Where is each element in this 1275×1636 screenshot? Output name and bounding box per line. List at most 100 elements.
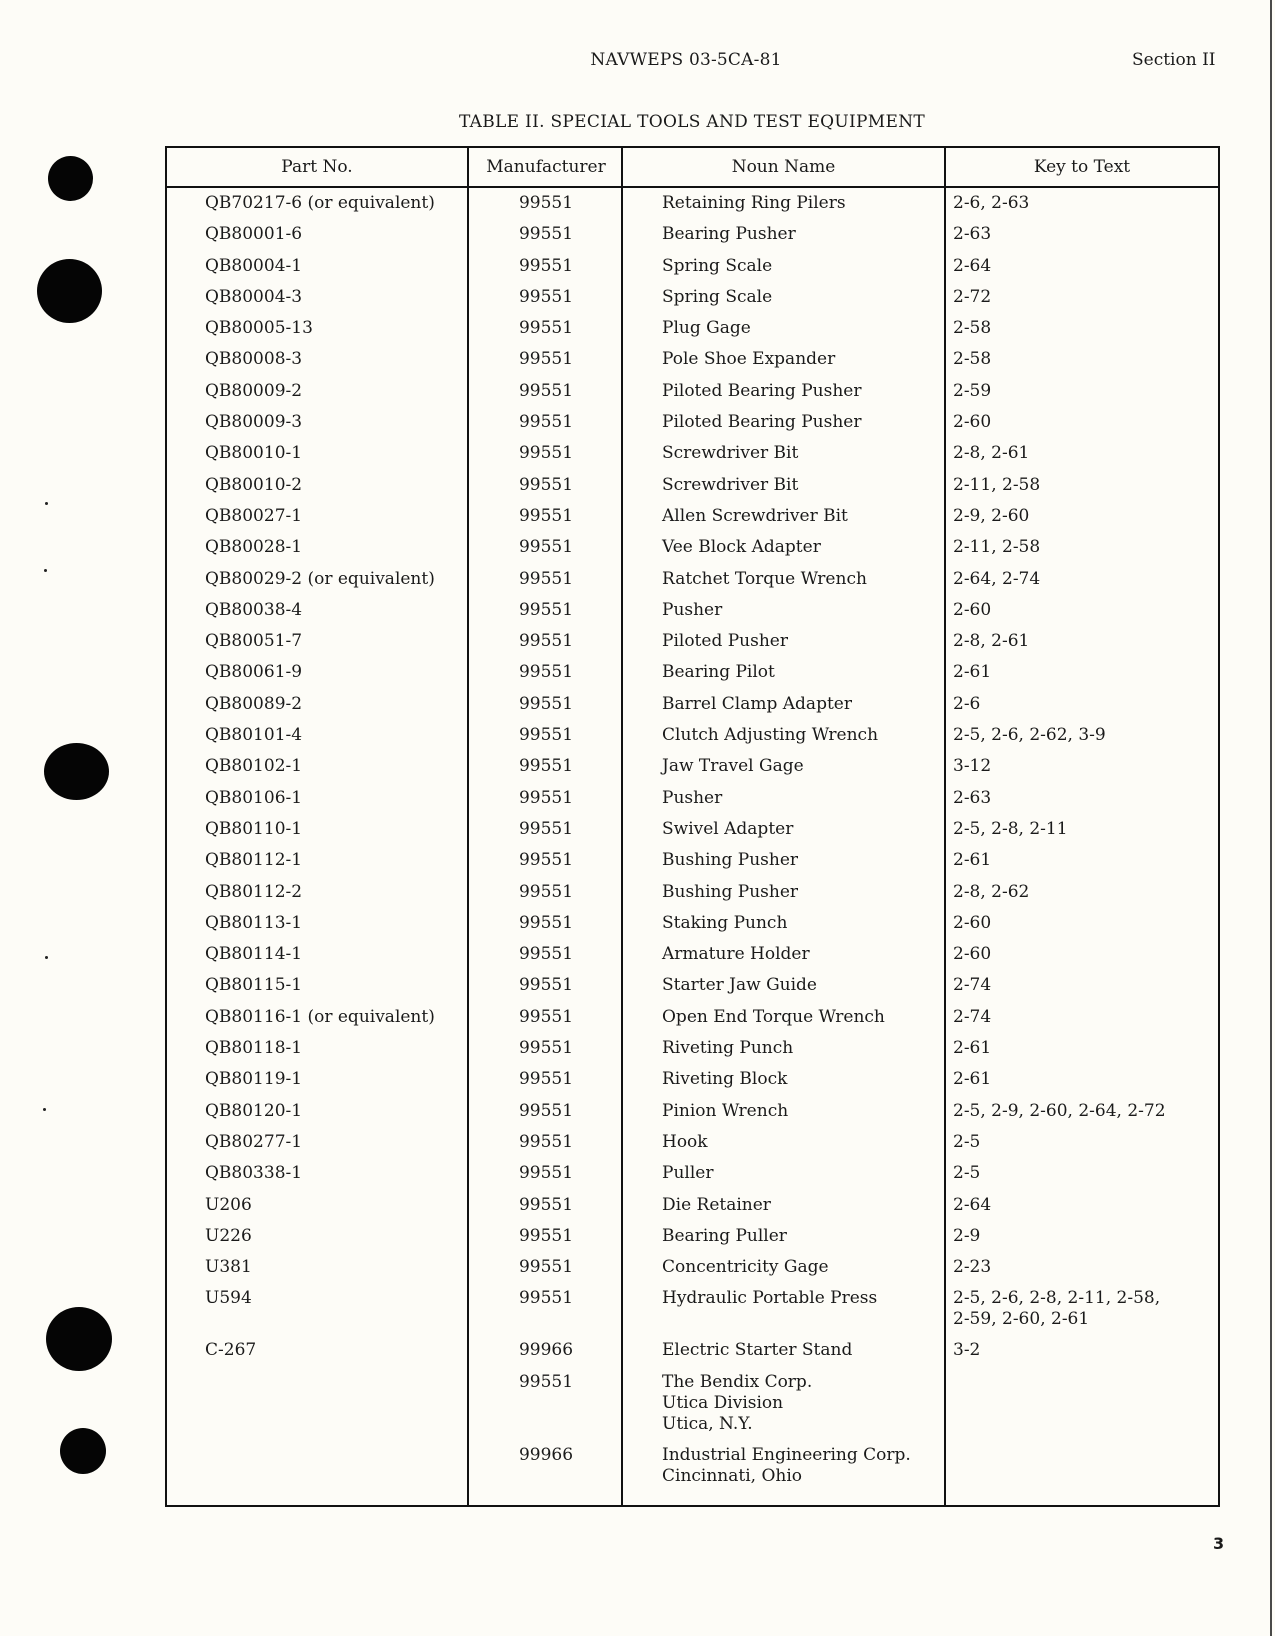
- noun-name: Concentricity Gage: [662, 1252, 829, 1278]
- manufacturer-code: 99551: [518, 850, 574, 871]
- noun-name: Armature Holder: [662, 939, 810, 965]
- key-to-text: 2-11, 2-58: [953, 532, 1040, 558]
- part-number: QB80010-1: [205, 443, 303, 464]
- noun-name-line: Open End Torque Wrench: [662, 1006, 885, 1027]
- manufacturer-code: 99551: [518, 349, 574, 370]
- key-to-text-line: 2-5: [953, 1131, 981, 1152]
- column-header-noun-name: Noun Name: [731, 157, 836, 177]
- key-to-text-line: 2-64: [953, 1194, 992, 1215]
- key-to-text: 2-59: [953, 376, 991, 402]
- key-to-text: 2-61: [953, 845, 991, 871]
- binder-hole: [48, 156, 93, 201]
- table-row: QB80004-1 99551 Spring Scale 2-64: [167, 251, 1218, 282]
- key-to-text: 2-5, 2-6, 2-62, 3-9: [953, 720, 1106, 746]
- part-number: QB80102-1: [205, 756, 303, 777]
- part-number: QB80106-1: [205, 787, 303, 808]
- noun-name: Bushing Pusher: [662, 845, 798, 871]
- key-to-text: 2-58: [953, 313, 991, 339]
- manufacturer-code: 99551: [518, 1371, 574, 1392]
- noun-name: Industrial Engineering Corp. Cincinnati, …: [662, 1440, 911, 1487]
- part-number: QB80118-1: [205, 1038, 303, 1059]
- key-to-text-line: 2-58: [953, 318, 992, 339]
- table-row: QB80001-6 99551 Bearing Pusher 2-63: [167, 219, 1218, 250]
- part-number: QB80120-1: [205, 1100, 303, 1121]
- manufacturer-code: 99551: [518, 193, 574, 213]
- key-to-text: 2-64: [953, 1190, 991, 1216]
- manufacturer-code: 99551: [518, 756, 574, 777]
- manufacturer-code: 99551: [518, 787, 574, 808]
- key-to-text-line: 3-2: [953, 1340, 981, 1361]
- noun-name-line: Riveting Punch: [662, 1038, 794, 1059]
- part-number: QB80277-1: [205, 1131, 303, 1152]
- noun-name: Clutch Adjusting Wrench: [662, 720, 878, 746]
- part-number: QB80004-1: [205, 255, 303, 276]
- manufacturer-code: 99551: [518, 286, 574, 307]
- column-header-key-to-text: Key to Text: [1033, 157, 1131, 177]
- key-to-text-line: 2-63: [953, 224, 992, 245]
- key-to-text-line: 2-74: [953, 975, 992, 996]
- table-row: QB80051-7 99551 Piloted Pusher 2-8, 2-61: [167, 626, 1218, 657]
- table-row: QB80008-3 99551 Pole Shoe Expander 2-58: [167, 344, 1218, 375]
- noun-name-line: Industrial Engineering Corp.: [662, 1444, 911, 1465]
- part-number: QB80004-3: [205, 286, 303, 307]
- key-to-text-line: 2-60: [953, 912, 992, 933]
- key-to-text: 2-9: [953, 1221, 980, 1247]
- noun-name: Riveting Punch: [662, 1033, 793, 1059]
- key-to-text: 2-61: [953, 1064, 991, 1090]
- table-row: U594 99551 Hydraulic Portable Press 2-5, 2-…: [167, 1283, 1218, 1335]
- noun-name: Barrel Clamp Adapter: [662, 689, 852, 715]
- key-to-text-line: 2-60: [953, 599, 992, 620]
- key-to-text-line: 2-5: [953, 1163, 981, 1184]
- manufacturer-code: 99551: [518, 1131, 574, 1152]
- key-to-text: 2-72: [953, 282, 991, 308]
- part-number: QB80038-4: [205, 599, 303, 620]
- key-to-text-line: 2-58: [953, 349, 992, 370]
- manufacturer-code: 99551: [518, 1038, 574, 1059]
- binder-hole: [44, 743, 109, 800]
- noun-name: Pusher: [662, 783, 722, 809]
- table-row: U226 99551 Bearing Puller 2-9: [167, 1221, 1218, 1252]
- noun-name-line: Swivel Adapter: [662, 818, 794, 839]
- key-to-text-line: 2-9, 2-60: [953, 505, 1030, 526]
- noun-name: Puller: [662, 1158, 713, 1184]
- key-to-text-line: 2-5, 2-6, 2-62, 3-9: [953, 725, 1106, 746]
- key-to-text-line: 2-61: [953, 662, 992, 683]
- manufacturer-code: 99551: [518, 1194, 574, 1215]
- key-to-text: 2-23: [953, 1252, 991, 1278]
- part-number: U381: [205, 1257, 252, 1278]
- manufacturer-code: 99551: [518, 380, 574, 401]
- key-to-text: 2-63: [953, 219, 991, 245]
- key-to-text-line: 2-8, 2-61: [953, 443, 1030, 464]
- noun-name-line: Utica Division: [662, 1392, 784, 1413]
- part-number: C-267: [205, 1340, 257, 1361]
- noun-name: Retaining Ring Pilers: [662, 188, 846, 214]
- key-to-text: 3-12: [953, 751, 991, 777]
- table-row: QB80116-1 (or equivalent) 99551 Open End T…: [167, 1002, 1218, 1033]
- table-row: QB80119-1 99551 Riveting Block 2-61: [167, 1064, 1218, 1095]
- part-number: QB80110-1: [205, 818, 303, 839]
- noun-name: Vee Block Adapter: [662, 532, 821, 558]
- manufacturer-code: 99551: [518, 1225, 574, 1246]
- manufacturer-code: 99551: [518, 599, 574, 620]
- key-to-text-line: 2-9: [953, 1225, 981, 1246]
- noun-name-line: Spring Scale: [662, 286, 773, 307]
- table-row: QB80106-1 99551 Pusher 2-63: [167, 783, 1218, 814]
- noun-name: Bushing Pusher: [662, 877, 798, 903]
- part-number: QB80029-2 (or equivalent): [205, 568, 435, 589]
- noun-name: Electric Starter Stand: [662, 1335, 852, 1361]
- noun-name-line: Puller: [662, 1163, 714, 1184]
- scan-speck: [45, 956, 48, 959]
- key-to-text: 2-61: [953, 657, 991, 683]
- table-title: TABLE II. SPECIAL TOOLS AND TEST EQUIPME…: [458, 112, 926, 132]
- table-row: QB80089-2 99551 Barrel Clamp Adapter 2-6: [167, 689, 1218, 720]
- noun-name-line: Bearing Pilot: [662, 662, 775, 683]
- key-to-text-line: 2-23: [953, 1257, 992, 1278]
- table-row: QB80102-1 99551 Jaw Travel Gage 3-12: [167, 751, 1218, 782]
- table-row: QB80029-2 (or equivalent) 99551 Ratchet To…: [167, 564, 1218, 595]
- noun-name-line: Plug Gage: [662, 318, 751, 339]
- noun-name-line: Pinion Wrench: [662, 1100, 789, 1121]
- table-row: QB80009-2 99551 Piloted Bearing Pusher 2-59: [167, 376, 1218, 407]
- noun-name: Starter Jaw Guide: [662, 970, 817, 996]
- noun-name: Spring Scale: [662, 282, 772, 308]
- binder-hole: [60, 1428, 106, 1474]
